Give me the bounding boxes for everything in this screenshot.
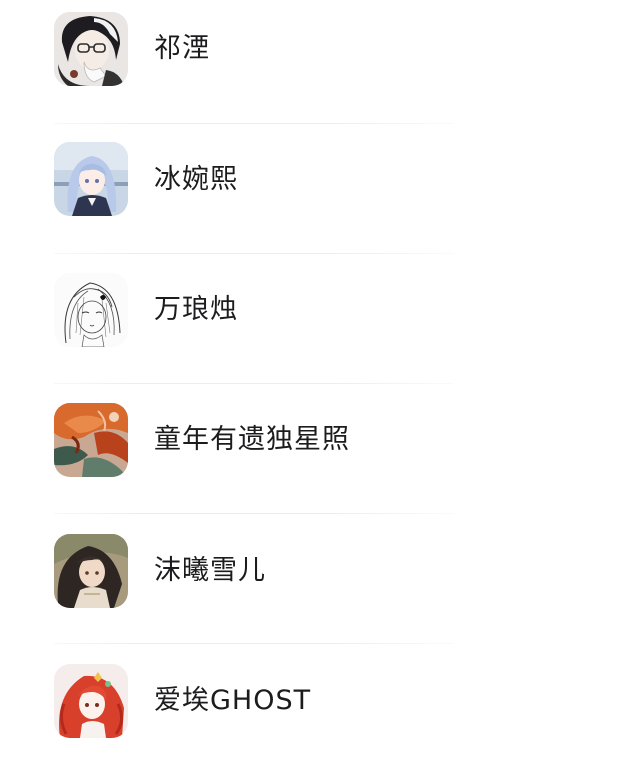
avatar-line-sketch-icon <box>54 273 128 347</box>
contact-row[interactable]: 祁湮 <box>0 0 640 130</box>
contact-row[interactable]: 爱埃GHOST <box>0 650 640 780</box>
contact-row[interactable]: 万琅烛 <box>0 260 640 390</box>
avatar-glasses-dark-hair-icon <box>54 12 128 86</box>
avatar-orange-abstract-icon <box>54 403 128 477</box>
divider <box>54 643 454 644</box>
divider <box>54 123 454 124</box>
contact-name: 祁湮 <box>154 33 210 64</box>
contact-name: 爱埃GHOST <box>154 685 312 716</box>
contact-name: 万琅烛 <box>154 294 238 325</box>
contact-name: 童年有遗独星照 <box>154 424 350 455</box>
contact-row[interactable]: 冰婉熙 <box>0 130 640 260</box>
contact-name: 冰婉熙 <box>154 164 238 195</box>
divider <box>54 253 454 254</box>
avatar-red-hair-girl-icon <box>54 664 128 738</box>
divider <box>54 513 454 514</box>
contact-list: 祁湮 冰婉熙 万琅烛 童年有遗独星照 沫曦雪儿 爱埃GHOST <box>0 0 640 751</box>
contact-name: 沫曦雪儿 <box>154 555 266 586</box>
avatar-blue-hair-girl-icon <box>54 142 128 216</box>
avatar-dark-hair-girl-icon <box>54 534 128 608</box>
contact-row[interactable]: 童年有遗独星照 <box>0 390 640 520</box>
contact-row[interactable]: 沫曦雪儿 <box>0 520 640 650</box>
divider <box>54 383 454 384</box>
